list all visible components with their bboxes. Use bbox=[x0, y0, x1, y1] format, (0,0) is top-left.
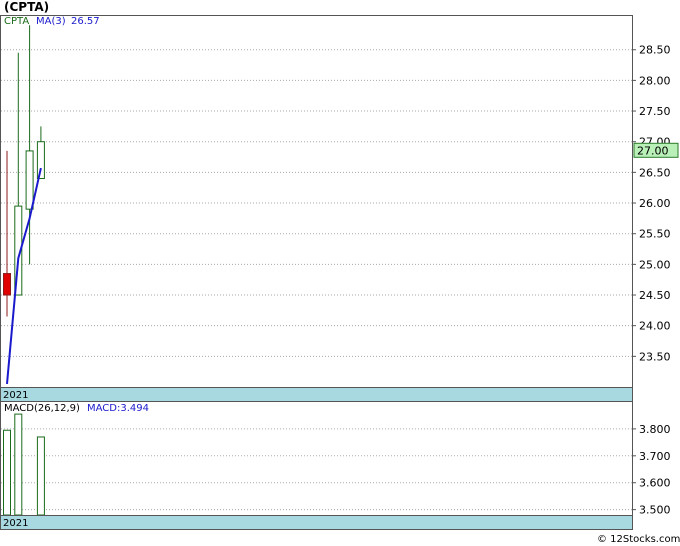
macd-tick-label: 3.600 bbox=[639, 477, 671, 490]
macd-axis: 3.500 3.600 3.700 3.800 bbox=[632, 423, 671, 517]
price-panel bbox=[0, 15, 633, 388]
stock-chart: (CPTA) 23.50 24.00 24.50 25.00 25.50 26.00 26.… bbox=[0, 0, 680, 545]
price-tick-label: 28.50 bbox=[639, 44, 671, 57]
year-band-macd bbox=[0, 515, 633, 530]
price-tick-label: 24.00 bbox=[639, 320, 671, 333]
price-tick-label: 23.50 bbox=[639, 350, 671, 363]
price-axis: 23.50 24.00 24.50 25.00 25.50 26.00 26.50 27.00… bbox=[632, 44, 671, 363]
macd-bar bbox=[36, 436, 45, 516]
year-label-macd: 2021 bbox=[3, 518, 28, 529]
last-price-label: 27.00 bbox=[637, 144, 669, 157]
ma-label: MA(3) bbox=[36, 16, 66, 27]
candle-body bbox=[3, 273, 11, 296]
price-tick-label: 24.50 bbox=[639, 289, 671, 302]
last-price-badge: 27.00 bbox=[633, 142, 679, 158]
ticker-label: CPTA bbox=[4, 16, 29, 27]
price-tick-label: 28.00 bbox=[639, 74, 671, 87]
price-tick-label: 27.50 bbox=[639, 105, 671, 118]
ma-value: 26.57 bbox=[71, 16, 100, 27]
year-label-price: 2021 bbox=[3, 390, 28, 401]
macd-bar bbox=[14, 413, 23, 516]
macd-tick-label: 3.700 bbox=[639, 450, 671, 463]
macd-bar bbox=[3, 429, 11, 516]
macd-indicator-label: MACD(26,12,9) bbox=[4, 403, 80, 414]
price-tick-label: 26.50 bbox=[639, 166, 671, 179]
price-tick-label: 25.00 bbox=[639, 258, 671, 271]
chart-title: (CPTA) bbox=[4, 0, 49, 14]
year-band-price bbox=[0, 387, 633, 402]
chart-container: (CPTA) 23.50 24.00 24.50 25.00 25.50 26.00 26.… bbox=[0, 0, 680, 546]
macd-tick-label: 3.500 bbox=[639, 504, 671, 517]
price-tick-label: 25.50 bbox=[639, 228, 671, 241]
macd-tick-label: 3.800 bbox=[639, 423, 671, 436]
watermark: © 12Stocks.com bbox=[597, 534, 680, 545]
candle-body bbox=[25, 150, 34, 210]
macd-panel bbox=[0, 401, 633, 516]
candle-body bbox=[36, 141, 45, 180]
price-tick-label: 26.00 bbox=[639, 197, 671, 210]
macd-value-label: MACD:3.494 bbox=[87, 403, 149, 414]
